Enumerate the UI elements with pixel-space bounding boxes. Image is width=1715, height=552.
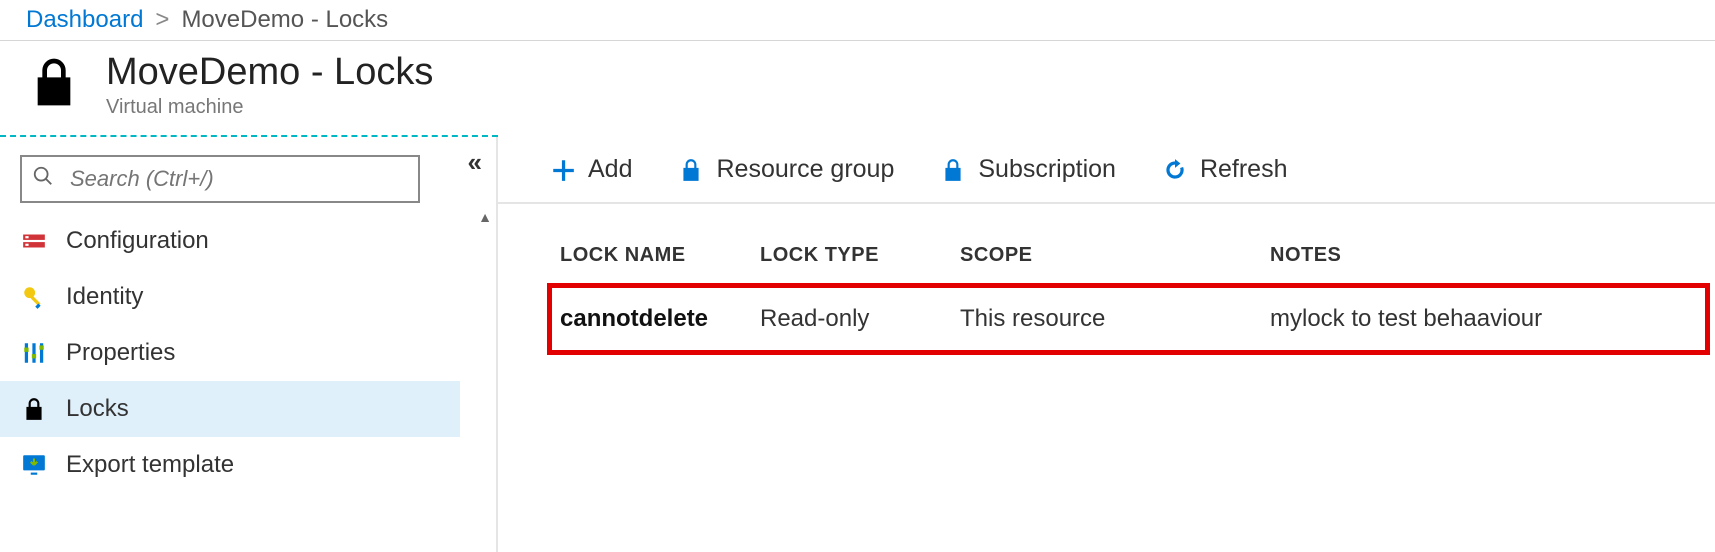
key-icon [20, 284, 48, 310]
plus-icon [550, 157, 576, 183]
sliders-icon [20, 340, 48, 366]
breadcrumb-root-link[interactable]: Dashboard [26, 6, 143, 34]
add-button[interactable]: Add [550, 155, 632, 184]
search-input[interactable] [20, 155, 420, 203]
configuration-icon [20, 228, 48, 254]
toolbar: Add Resource group Subscription Refresh [498, 137, 1715, 204]
sidebar-item-locks[interactable]: Locks [0, 381, 460, 437]
add-button-label: Add [588, 155, 632, 184]
locks-table: LOCK NAME LOCK TYPE SCOPE NOTES cannotde… [550, 234, 1707, 353]
monitor-download-icon [20, 452, 48, 478]
sidebar-item-properties[interactable]: Properties [0, 325, 460, 381]
lock-icon [20, 396, 48, 422]
sidebar-item-configuration[interactable]: Configuration [0, 213, 460, 269]
cell-lock-type: Read-only [750, 286, 950, 352]
sidebar-item-label: Export template [66, 451, 234, 479]
col-lock-type[interactable]: LOCK TYPE [750, 234, 950, 286]
lock-icon [678, 157, 704, 183]
col-lock-name[interactable]: LOCK NAME [550, 234, 750, 286]
refresh-button[interactable]: Refresh [1162, 155, 1288, 184]
sidebar-item-export-template[interactable]: Export template [0, 437, 460, 493]
table-row[interactable]: cannotdelete Read-only This resource myl… [550, 286, 1707, 352]
page-title: MoveDemo - Locks [106, 51, 433, 94]
refresh-label: Refresh [1200, 155, 1288, 184]
sidebar-item-label: Properties [66, 339, 175, 367]
sidebar: « ▲ Configuration Identity [0, 137, 498, 552]
cell-notes: mylock to test behaaviour [1260, 286, 1707, 352]
resource-group-button[interactable]: Resource group [678, 155, 894, 184]
resource-group-label: Resource group [716, 155, 894, 184]
lock-icon [26, 54, 82, 116]
subscription-label: Subscription [978, 155, 1116, 184]
main-pane: Add Resource group Subscription Refresh … [498, 137, 1715, 552]
breadcrumb-sep: > [155, 6, 169, 34]
sidebar-item-label: Locks [66, 395, 129, 423]
page-subtitle: Virtual machine [106, 96, 433, 119]
sidebar-item-identity[interactable]: Identity [0, 269, 460, 325]
page-header: MoveDemo - Locks Virtual machine [0, 41, 1715, 135]
scroll-up-arrow[interactable]: ▲ [478, 209, 492, 225]
lock-icon [940, 157, 966, 183]
subscription-button[interactable]: Subscription [940, 155, 1116, 184]
breadcrumb: Dashboard > MoveDemo - Locks [0, 0, 1715, 41]
col-notes[interactable]: NOTES [1260, 234, 1707, 286]
refresh-icon [1162, 157, 1188, 183]
sidebar-item-label: Identity [66, 283, 143, 311]
table-header-row: LOCK NAME LOCK TYPE SCOPE NOTES [550, 234, 1707, 286]
sidebar-item-label: Configuration [66, 227, 209, 255]
col-scope[interactable]: SCOPE [950, 234, 1260, 286]
cell-scope: This resource [950, 286, 1260, 352]
search-icon [32, 165, 54, 193]
breadcrumb-current: MoveDemo - Locks [181, 6, 388, 34]
sidebar-nav: ▲ Configuration Identity Properties [0, 213, 496, 493]
cell-lock-name: cannotdelete [550, 286, 750, 352]
